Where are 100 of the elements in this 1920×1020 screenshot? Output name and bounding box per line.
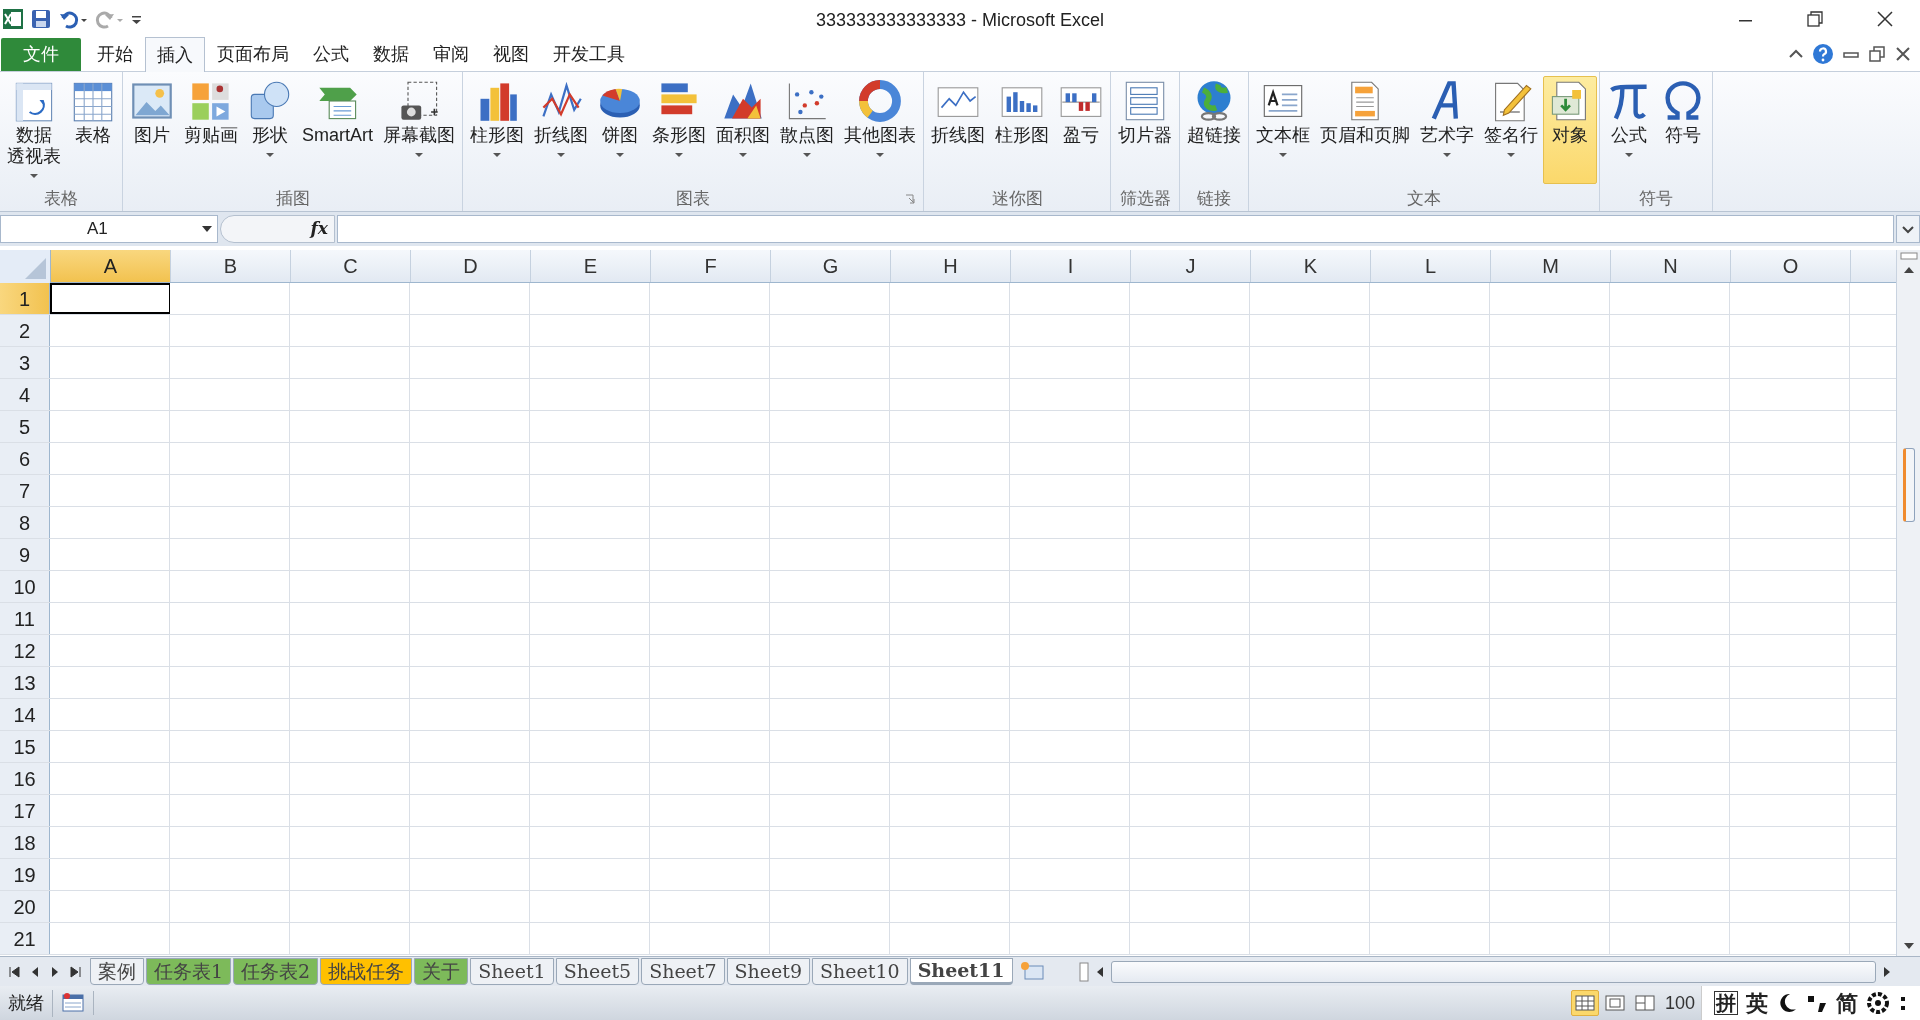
column-header[interactable]: M: [1491, 250, 1611, 282]
input-mode-button[interactable]: 拼: [1714, 991, 1738, 1015]
ribbon-tab[interactable]: 页面布局: [205, 38, 301, 71]
column-header[interactable]: N: [1611, 250, 1731, 282]
split-handle-icon[interactable]: [1898, 250, 1919, 262]
ribbon-button[interactable]: 剪贴画: [179, 76, 243, 184]
normal-view-icon[interactable]: [1570, 990, 1599, 1016]
ribbon-button[interactable]: 柱形图: [465, 76, 529, 184]
sheet-tab[interactable]: Sheet11: [909, 958, 1013, 985]
ribbon-button[interactable]: 页眉和页脚: [1315, 76, 1415, 184]
row-header[interactable]: 10: [0, 571, 50, 602]
column-header[interactable]: I: [1011, 250, 1131, 282]
row-header[interactable]: 9: [0, 539, 50, 570]
scrollbar-thumb[interactable]: [1902, 448, 1915, 522]
column-header[interactable]: O: [1731, 250, 1851, 282]
sheet-tab[interactable]: Sheet5: [555, 958, 640, 985]
sheet-tab[interactable]: 挑战任务: [320, 958, 413, 985]
last-sheet-icon[interactable]: [68, 964, 82, 979]
ribbon-button[interactable]: 符号: [1656, 76, 1710, 184]
ribbon-button[interactable]: 表格: [66, 76, 120, 184]
ribbon-button[interactable]: 折线图: [926, 76, 990, 184]
column-header[interactable]: E: [531, 250, 651, 282]
save-icon[interactable]: [30, 7, 52, 30]
ribbon-button[interactable]: 柱形图: [990, 76, 1054, 184]
formula-input[interactable]: [337, 215, 1894, 243]
ribbon-button[interactable]: 散点图: [775, 76, 839, 184]
restore-icon[interactable]: [1868, 45, 1886, 63]
split-handle-icon[interactable]: [1078, 961, 1089, 982]
column-header[interactable]: D: [411, 250, 531, 282]
ribbon-tab[interactable]: 开发工具: [541, 38, 637, 71]
column-header[interactable]: F: [651, 250, 771, 282]
dialog-launcher-icon[interactable]: [905, 194, 915, 204]
zoom-level[interactable]: 100: [1664, 989, 1695, 1017]
column-header[interactable]: C: [291, 250, 411, 282]
sheet-tab[interactable]: Sheet10: [812, 958, 908, 985]
sheet-tab[interactable]: Sheet9: [726, 958, 811, 985]
select-all-corner-icon[interactable]: [0, 250, 51, 282]
ribbon-button[interactable]: 形状: [243, 76, 297, 184]
ribbon-button[interactable]: 图片: [125, 76, 179, 184]
row-header[interactable]: 5: [0, 411, 50, 442]
column-header[interactable]: B: [171, 250, 291, 282]
sheet-tab[interactable]: Sheet7: [641, 958, 725, 985]
ribbon-button[interactable]: 数据 透视表: [2, 76, 66, 184]
active-cell[interactable]: [50, 283, 170, 314]
ribbon-button[interactable]: 对象: [1543, 76, 1597, 184]
row-header[interactable]: 21: [0, 923, 50, 954]
row-header[interactable]: 2: [0, 315, 50, 346]
ribbon-tab[interactable]: 开始: [85, 38, 145, 71]
gear-icon[interactable]: [1866, 991, 1890, 1015]
ribbon-button[interactable]: 屏幕截图: [378, 76, 460, 184]
ribbon-button[interactable]: 饼图: [593, 76, 647, 184]
ribbon-button[interactable]: 超链接: [1182, 76, 1246, 184]
ribbon-tab[interactable]: 插入: [145, 37, 205, 72]
ribbon-button[interactable]: 折线图: [529, 76, 593, 184]
row-header[interactable]: 13: [0, 667, 50, 698]
ribbon-tab[interactable]: 审阅: [421, 38, 481, 71]
ribbon-button[interactable]: 公式: [1602, 76, 1656, 184]
ribbon-button[interactable]: 文本框: [1251, 76, 1315, 184]
help-icon[interactable]: [1812, 43, 1834, 65]
ribbon-button[interactable]: 条形图: [647, 76, 711, 184]
row-header[interactable]: 8: [0, 507, 50, 538]
name-box[interactable]: A1: [0, 215, 218, 243]
row-header[interactable]: 1: [0, 283, 50, 314]
row-header[interactable]: 14: [0, 699, 50, 730]
column-header[interactable]: K: [1251, 250, 1371, 282]
ribbon-button[interactable]: 其他图表: [839, 76, 921, 184]
sheet-tab[interactable]: 任务表1: [146, 958, 232, 985]
row-header[interactable]: 12: [0, 635, 50, 666]
input-mode-button[interactable]: 英: [1746, 986, 1768, 1020]
spreadsheet-app-icon[interactable]: [2, 7, 24, 30]
ribbon-tab[interactable]: 数据: [361, 38, 421, 71]
column-header[interactable]: A: [51, 250, 171, 282]
row-header[interactable]: 19: [0, 859, 50, 890]
row-header[interactable]: 20: [0, 891, 50, 922]
column-header[interactable]: J: [1131, 250, 1251, 282]
ribbon-button[interactable]: 切片器: [1113, 76, 1177, 184]
row-header[interactable]: 6: [0, 443, 50, 474]
row-header[interactable]: 7: [0, 475, 50, 506]
ribbon-button[interactable]: 面积图: [711, 76, 775, 184]
column-header[interactable]: G: [771, 250, 891, 282]
row-header[interactable]: 15: [0, 731, 50, 762]
row-header[interactable]: 3: [0, 347, 50, 378]
sheet-tab[interactable]: 任务表2: [233, 958, 319, 985]
row-header[interactable]: 16: [0, 763, 50, 794]
row-header[interactable]: 17: [0, 795, 50, 826]
ribbon-tab[interactable]: 视图: [481, 38, 541, 71]
sheet-tab[interactable]: Sheet1: [470, 958, 554, 985]
sheet-tab[interactable]: 关于: [414, 958, 469, 985]
ribbon-button[interactable]: SmartArt: [297, 76, 378, 184]
ribbon-tab[interactable]: 文件: [1, 38, 81, 71]
input-mode-button[interactable]: 简: [1836, 986, 1858, 1020]
first-sheet-icon[interactable]: [8, 964, 22, 979]
column-header[interactable]: H: [891, 250, 1011, 282]
ribbon-button[interactable]: 签名行: [1479, 76, 1543, 184]
ribbon-tab[interactable]: 公式: [301, 38, 361, 71]
row-header[interactable]: 11: [0, 603, 50, 634]
sheet-tab[interactable]: 案例: [90, 958, 144, 985]
expand-formula-bar-icon[interactable]: [1896, 215, 1920, 243]
row-header[interactable]: 18: [0, 827, 50, 858]
insert-function-button[interactable]: fx: [310, 216, 328, 242]
